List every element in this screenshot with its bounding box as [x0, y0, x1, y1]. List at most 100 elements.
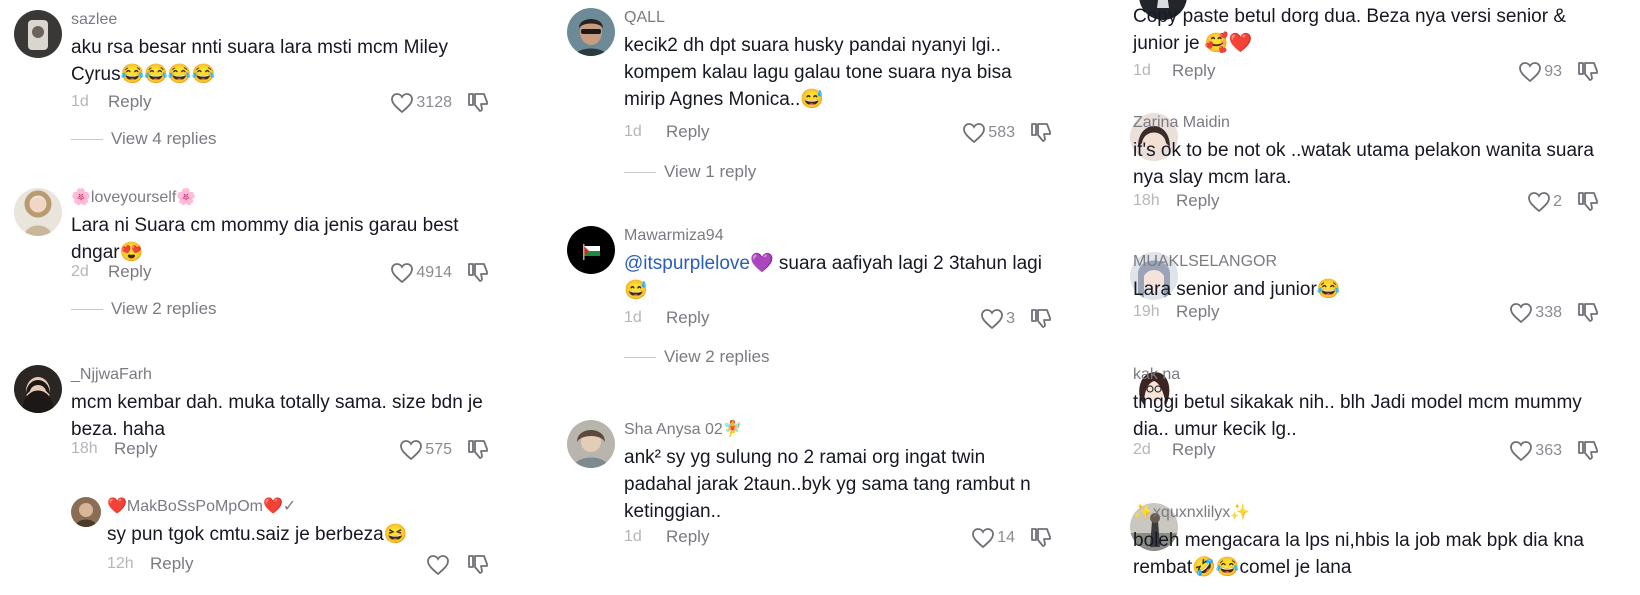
- comment-text: kecik2 dh dpt suara husky pandai nyanyi …: [624, 35, 1012, 110]
- like-button[interactable]: 583: [962, 120, 1015, 146]
- comment-item: QALL kecik2 dh dpt suara husky pandai ny…: [553, 8, 1093, 198]
- avatar[interactable]: [71, 497, 101, 527]
- reply-button[interactable]: Reply: [666, 308, 709, 328]
- reply-button[interactable]: Reply: [150, 554, 193, 574]
- avatar[interactable]: [14, 188, 62, 236]
- comment-time: 19h: [1133, 303, 1160, 320]
- heart-outline-icon: [391, 93, 414, 114]
- comment-item: 🌸loveyourself🌸 Lara ni Suara cm mommy di…: [0, 188, 530, 338]
- avatar[interactable]: [567, 8, 615, 56]
- comment-item: Sha Anysa 02🧚 ank² sy yg sulung no 2 ram…: [553, 420, 1093, 570]
- comment-text: Lara senior and junior😂: [1133, 279, 1341, 300]
- thumbs-down-icon[interactable]: [1029, 306, 1053, 330]
- like-button[interactable]: 2: [1527, 189, 1562, 215]
- comment-username[interactable]: Sha Anysa 02🧚: [624, 420, 1053, 440]
- comment-actions: 1d Reply 3: [624, 306, 1053, 332]
- comment-item: kak na tinggi betul sikakak nih.. blh Ja…: [1125, 365, 1640, 475]
- reply-button[interactable]: Reply: [1172, 61, 1215, 81]
- heart-outline-icon: [981, 309, 1003, 330]
- comment-text: Lara ni Suara cm mommy dia jenis garau b…: [71, 215, 459, 263]
- comment-username[interactable]: ❤️MakBoSsPoMpOm❤️✓: [107, 497, 490, 517]
- comment-username[interactable]: sazlee: [71, 10, 490, 30]
- like-button[interactable]: 93: [1518, 59, 1562, 85]
- like-button[interactable]: 338: [1509, 300, 1562, 326]
- reply-button[interactable]: Reply: [108, 92, 151, 112]
- comment-actions: 2d Reply 363: [1133, 438, 1600, 464]
- like-button[interactable]: 363: [1509, 438, 1562, 464]
- avatar[interactable]: [567, 420, 615, 468]
- avatar[interactable]: [14, 365, 62, 413]
- comment-time: 12h: [107, 555, 134, 572]
- like-count: 363: [1535, 442, 1562, 459]
- comment-time: 1d: [71, 93, 89, 110]
- comment-time: 1d: [624, 309, 642, 326]
- like-count: 2: [1553, 193, 1562, 210]
- comment-time: 1d: [624, 123, 642, 140]
- comment-username[interactable]: Zarina Maidin: [1133, 113, 1600, 133]
- comment-item: Zarina Maidin it's ok to be not ok ..wat…: [1125, 113, 1640, 223]
- reply-button[interactable]: Reply: [1176, 191, 1219, 211]
- comment-time: 2d: [1133, 441, 1151, 458]
- reply-button[interactable]: Reply: [666, 122, 709, 142]
- thumbs-down-icon[interactable]: [466, 90, 490, 114]
- reply-button[interactable]: Reply: [1176, 302, 1219, 322]
- like-button[interactable]: 3: [980, 306, 1015, 332]
- comment-username[interactable]: MUAKLSELANGOR: [1133, 252, 1600, 272]
- like-button[interactable]: 14: [971, 525, 1015, 551]
- like-button[interactable]: 575: [399, 437, 452, 463]
- comment-item: Mawarmiza94 @itspurplelove💜 suara aafiya…: [553, 226, 1093, 386]
- comment-text: boleh mengacara la lps ni,hbis la job ma…: [1133, 530, 1584, 578]
- reply-button[interactable]: Reply: [1172, 440, 1215, 460]
- comment-username[interactable]: kak na: [1133, 365, 1600, 385]
- comment-username[interactable]: _NjjwaFarh: [71, 365, 490, 385]
- comment-column-3: Copy paste betul dorg dua. Beza nya vers…: [1125, 0, 1640, 595]
- comment-username[interactable]: 🌸loveyourself🌸: [71, 188, 490, 208]
- divider: [71, 138, 103, 140]
- like-count: 583: [988, 124, 1015, 141]
- comment-username[interactable]: QALL: [624, 8, 1053, 28]
- thumbs-down-icon[interactable]: [1576, 438, 1600, 462]
- reply-button[interactable]: Reply: [666, 527, 709, 547]
- view-replies-button[interactable]: View 4 replies: [71, 128, 217, 150]
- thumbs-down-icon[interactable]: [466, 437, 490, 461]
- thumbs-down-icon[interactable]: [1576, 189, 1600, 213]
- thumbs-down-icon[interactable]: [1029, 525, 1053, 549]
- comment-text: mcm kembar dah. muka totally sama. size …: [71, 392, 483, 440]
- comment-item: MUAKLSELANGOR Lara senior and junior😂 19…: [1125, 252, 1640, 342]
- heart-outline-icon: [391, 263, 414, 284]
- comment-text: sy pun tgok cmtu.saiz je berbeza😆: [107, 524, 408, 545]
- view-replies-button[interactable]: View 2 replies: [624, 346, 770, 368]
- avatar[interactable]: [14, 10, 62, 58]
- mention-link[interactable]: @itspurplelove💜: [624, 253, 774, 274]
- like-button[interactable]: 3128: [390, 90, 452, 116]
- comment-actions: 18h Reply 2: [1133, 189, 1600, 215]
- divider: [624, 356, 656, 358]
- heart-outline-icon: [1519, 62, 1542, 83]
- thumbs-down-icon[interactable]: [466, 260, 490, 284]
- comment-actions: 12h Reply: [107, 552, 490, 578]
- comment-actions: 1d Reply 583: [624, 120, 1053, 146]
- comment-username[interactable]: Mawarmiza94: [624, 226, 1053, 246]
- reply-button[interactable]: Reply: [114, 439, 157, 459]
- heart-outline-icon: [972, 528, 995, 549]
- thumbs-down-icon[interactable]: [1576, 59, 1600, 83]
- view-replies-button[interactable]: View 1 reply: [624, 161, 756, 183]
- thumbs-down-icon[interactable]: [1029, 120, 1053, 144]
- comment-time: 1d: [1133, 62, 1151, 79]
- like-button[interactable]: 4914: [390, 260, 452, 286]
- thumbs-down-icon[interactable]: [1576, 300, 1600, 324]
- like-button[interactable]: [426, 552, 452, 578]
- like-count: 93: [1544, 63, 1562, 80]
- thumbs-down-icon[interactable]: [466, 552, 490, 576]
- view-replies-button[interactable]: View 2 replies: [71, 298, 217, 320]
- like-count: 575: [425, 441, 452, 458]
- heart-outline-icon: [1510, 303, 1533, 324]
- heart-outline-icon: [963, 123, 986, 144]
- heart-outline-icon: [1528, 192, 1550, 213]
- comment-text: @itspurplelove💜 suara aafiyah lagi 2 3ta…: [624, 253, 1042, 301]
- comment-username[interactable]: ✨xquxnxlilyx✨: [1133, 503, 1600, 523]
- divider: [624, 171, 656, 173]
- reply-button[interactable]: Reply: [108, 262, 151, 282]
- avatar[interactable]: [567, 226, 615, 274]
- comment-text: aku rsa besar nnti suara lara msti mcm M…: [71, 37, 448, 85]
